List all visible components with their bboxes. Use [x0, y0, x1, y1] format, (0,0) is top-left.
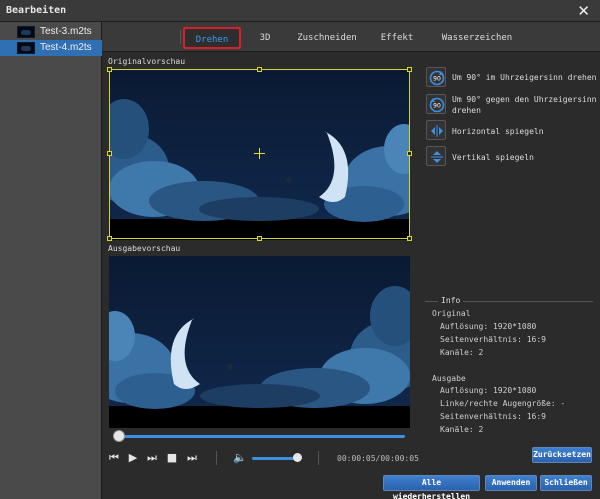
video-thumbnail [17, 42, 35, 54]
crop-handle[interactable] [407, 236, 412, 241]
rotate-cw-button[interactable]: 90 [426, 67, 446, 87]
crosshair-icon [259, 148, 260, 159]
title-bar: Bearbeiten ✕ [0, 0, 600, 22]
rotate-ccw-label: Um 90° gegen den Uhrzeigersinn drehen [452, 94, 597, 116]
previous-frame-icon[interactable]: ⏮ [108, 452, 120, 464]
play-icon[interactable]: ▶ [127, 452, 139, 464]
info-output-resolution: Auflösung: 1920*1080 [440, 386, 537, 395]
seek-handle[interactable] [113, 430, 125, 442]
rotate-ccw-label-line: drehen [452, 106, 481, 115]
reset-button[interactable]: Zurücksetzen [532, 447, 592, 463]
info-output-channels: Kanäle: 2 [440, 425, 484, 434]
file-item[interactable]: Test-3.m2ts [0, 24, 102, 40]
flip-horizontal-button[interactable] [426, 120, 446, 140]
info-output-aspect: Seitenverhältnis: 16:9 [440, 412, 546, 421]
crop-handle[interactable] [257, 236, 262, 241]
info-output-heading: Ausgabe [432, 374, 466, 383]
tab-crop[interactable]: Zuschneiden [292, 30, 362, 50]
svg-text:90: 90 [433, 103, 441, 110]
original-preview-label: Originalvorschau [108, 57, 186, 66]
tab-watermark[interactable]: Wasserzeichen [437, 30, 517, 50]
flip-horizontal-icon [431, 125, 443, 137]
volume-slider[interactable] [252, 457, 299, 460]
flip-vertical-button[interactable] [426, 146, 446, 166]
close-button[interactable]: Schließen [540, 475, 592, 491]
tab-3d[interactable]: 3D [252, 30, 278, 50]
volume-handle[interactable] [293, 453, 302, 462]
info-title: Info [438, 296, 464, 305]
info-original-heading: Original [432, 309, 471, 318]
info-original-aspect: Seitenverhältnis: 16:9 [440, 335, 546, 344]
rotate-ccw-icon: 90 [429, 97, 445, 113]
svg-text:90: 90 [433, 76, 441, 83]
next-frame-icon[interactable]: ⏭ [146, 452, 158, 464]
crop-handle[interactable] [407, 67, 412, 72]
rotate-cw-label: Um 90° im Uhrzeigersinn drehen [452, 73, 597, 82]
file-list: Test-3.m2ts Test-4.m2ts [0, 22, 102, 499]
end-icon[interactable]: ⏭ [186, 452, 198, 464]
output-video-frame [109, 256, 410, 428]
output-preview [109, 256, 410, 428]
flip-vertical-icon [431, 151, 443, 163]
crop-handle[interactable] [257, 67, 262, 72]
rotate-ccw-label-line: Um 90° gegen den Uhrzeigersinn [452, 95, 597, 104]
crop-handle[interactable] [407, 151, 412, 156]
info-original-channels: Kanäle: 2 [440, 348, 484, 357]
tab-rotate[interactable]: Drehen [183, 27, 241, 49]
crop-handle[interactable] [107, 236, 112, 241]
output-preview-label: Ausgabevorschau [108, 244, 181, 253]
restore-all-button[interactable]: Alle wiederherstellen [383, 475, 480, 499]
crop-handle[interactable] [107, 151, 112, 156]
apply-button[interactable]: Anwenden [485, 475, 537, 491]
crop-handle[interactable] [107, 67, 112, 72]
tab-effect[interactable]: Effekt [377, 30, 417, 50]
control-divider [216, 451, 217, 465]
time-display: 00:00:05/00:00:05 [337, 454, 419, 463]
stop-icon[interactable]: ■ [166, 452, 178, 464]
rotate-ccw-button[interactable]: 90 [426, 94, 446, 114]
file-item-selected[interactable]: Test-4.m2ts [0, 40, 102, 56]
edit-tabs: Drehen 3D Zuschneiden Effekt Wasserzeich… [102, 22, 600, 52]
control-divider [318, 451, 319, 465]
rotate-cw-icon: 90 [429, 70, 445, 86]
file-name: Test-4.m2ts [40, 42, 92, 53]
info-original-resolution: Auflösung: 1920*1080 [440, 322, 537, 331]
video-thumbnail [17, 26, 35, 38]
window-title: Bearbeiten [6, 5, 67, 16]
close-icon[interactable]: ✕ [577, 2, 590, 20]
volume-icon[interactable]: 🔈 [233, 452, 247, 464]
info-output-eye-size: Linke/rechte Augengröße: - [440, 399, 566, 408]
seek-bar[interactable] [118, 435, 405, 438]
flip-horizontal-label: Horizontal spiegeln [452, 127, 544, 136]
tab-divider [180, 30, 181, 44]
file-name: Test-3.m2ts [40, 26, 92, 37]
flip-vertical-label: Vertikal spiegeln [452, 153, 534, 162]
